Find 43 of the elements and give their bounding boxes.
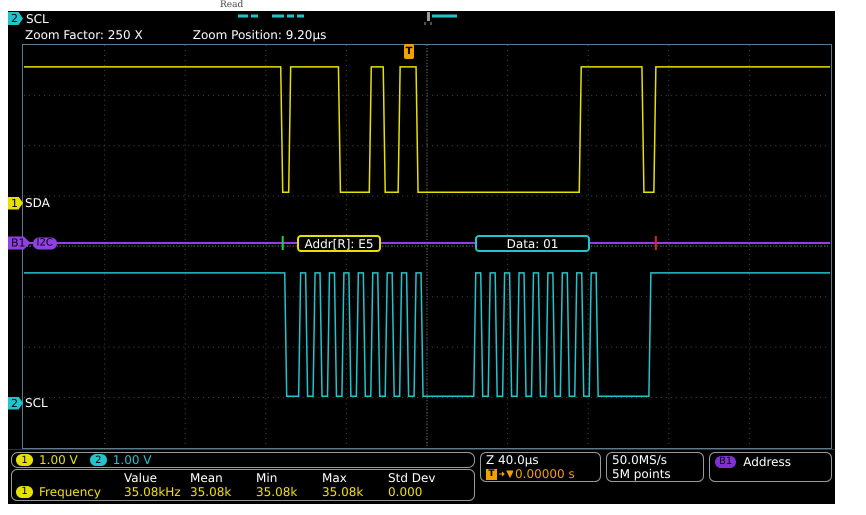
measurement-value: 35.08k [322, 485, 364, 499]
top-label: Read [220, 0, 244, 11]
zoom-position: Zoom Position: 9.20µs [192, 28, 326, 42]
bus-badge: B1 [715, 456, 736, 468]
measurement-value: 35.08k [256, 485, 298, 499]
channel-marker: 2 [8, 12, 23, 25]
trigger-marker: T [404, 44, 414, 59]
channel-marker: 2 [8, 396, 23, 410]
bus-label: I2C [32, 237, 57, 249]
record-length: 5M points [612, 467, 672, 481]
vertical-scale-bar[interactable]: 1 1.00 V 2 1.00 V [11, 452, 475, 468]
measurement-value: 0.000 [388, 485, 424, 499]
decode-packet: Data: 01 [475, 235, 590, 252]
channel-label: SCL [26, 12, 49, 26]
measurement-value: 35.08kHz [124, 485, 182, 499]
vertical-scale: 2 1.00 V [90, 453, 152, 467]
acquisition-panel[interactable]: 50.0MS/s 5M points [606, 452, 704, 482]
channel-badge: 2 [90, 454, 107, 466]
trigger-position: 0.00000 s [515, 467, 575, 481]
channel-marker: 1 [8, 196, 23, 210]
bus-trigger-panel[interactable]: B1 Address [709, 452, 832, 482]
horizontal-scale: Z 40.0µs [486, 453, 540, 467]
sample-rate: 50.0MS/s [612, 453, 668, 467]
trigger-icon: T [486, 468, 497, 480]
column-header: Std Dev [388, 471, 436, 485]
column-header: Value [124, 471, 158, 485]
vertical-scale: 1 1.00 V [16, 453, 78, 467]
stop-mark [654, 236, 657, 250]
decode-packet: Addr[R]: E5 [297, 235, 381, 252]
column-header: Mean [190, 471, 224, 485]
bus-trigger-label: Address [743, 455, 792, 469]
bus-marker: B1 [8, 236, 31, 250]
column-header: Min [256, 471, 278, 485]
arrow-icon [499, 470, 513, 478]
channel-label: SDA [25, 196, 50, 210]
horizontal-panel[interactable]: Z 40.0µs T 0.00000 s [480, 452, 601, 482]
column-header: Max [322, 471, 348, 485]
channel-label: SCL [25, 396, 48, 410]
measurement-name: 1 Frequency [16, 485, 124, 499]
start-mark [282, 236, 284, 250]
zoom-factor: Zoom Factor: 250 X [25, 28, 143, 42]
channel-badge: 1 [16, 454, 33, 466]
measurement-value: 35.08k [190, 485, 232, 499]
